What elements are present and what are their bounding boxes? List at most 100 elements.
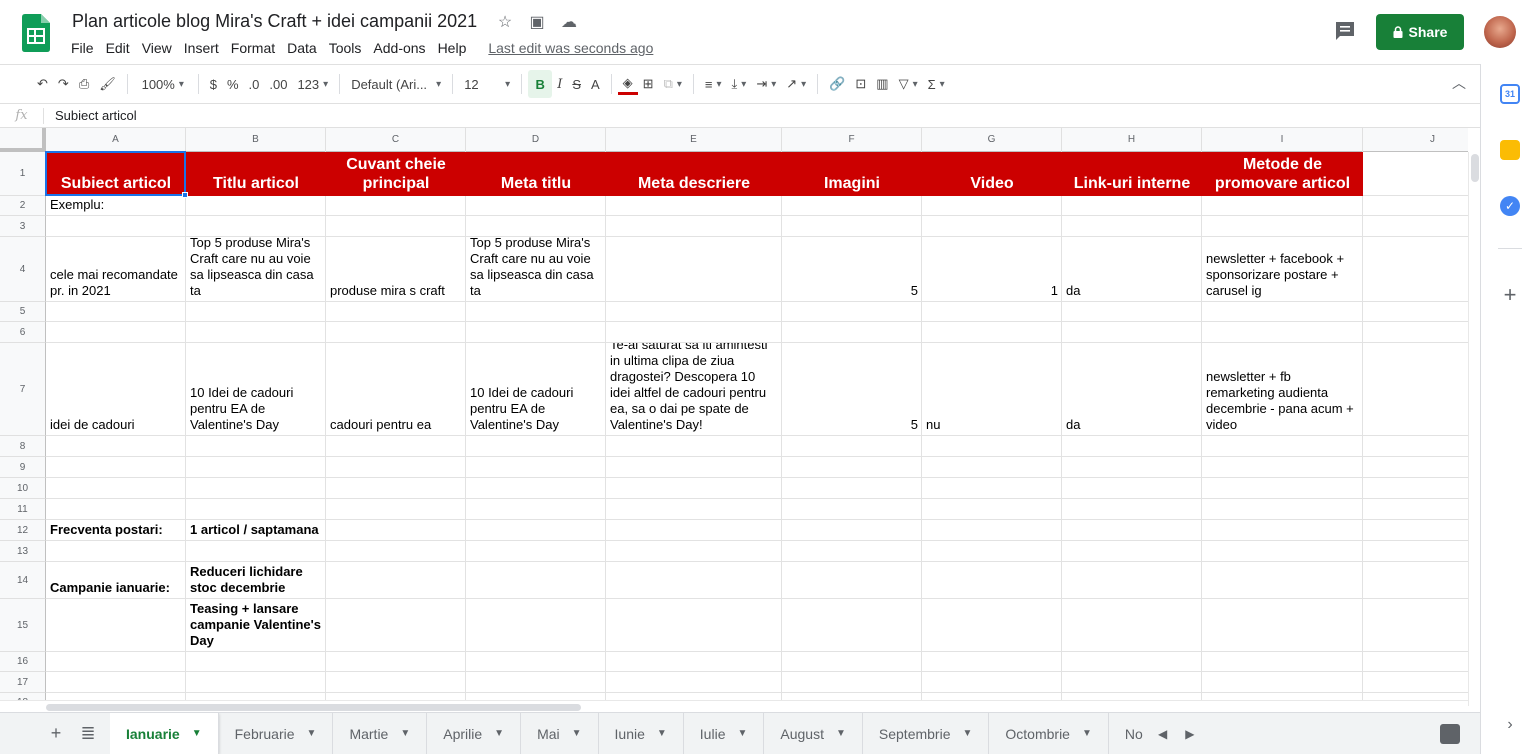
document-title[interactable]: Plan articole blog Mira's Craft + idei c…: [72, 11, 477, 32]
functions-icon[interactable]: Σ: [923, 70, 950, 98]
cell-c14[interactable]: [326, 562, 466, 599]
cell-f5[interactable]: [782, 302, 922, 322]
cell-f11[interactable]: [782, 499, 922, 520]
tab-menu-caret-icon[interactable]: ▼: [400, 728, 410, 739]
select-all-corner[interactable]: [0, 128, 46, 152]
cell-h11[interactable]: [1062, 499, 1202, 520]
sheet-tab-mai[interactable]: Mai ▼: [521, 713, 599, 754]
row-header-6[interactable]: 6: [0, 322, 46, 343]
avatar[interactable]: [1484, 16, 1516, 48]
header-cell[interactable]: Cuvant cheie principal: [326, 152, 466, 196]
tab-menu-caret-icon[interactable]: ▼: [737, 728, 747, 739]
comment-history-icon[interactable]: [1334, 20, 1356, 42]
cell-i12[interactable]: [1202, 520, 1363, 541]
tab-menu-caret-icon[interactable]: ▼: [962, 728, 972, 739]
cell-c8[interactable]: [326, 436, 466, 457]
print-icon[interactable]: ⎙: [74, 70, 94, 98]
star-icon[interactable]: ☆: [494, 12, 516, 32]
column-header-g[interactable]: G: [922, 128, 1062, 152]
cell-h8[interactable]: [1062, 436, 1202, 457]
header-cell[interactable]: Imagini: [782, 152, 922, 196]
tab-menu-caret-icon[interactable]: ▼: [572, 728, 582, 739]
cell-h10[interactable]: [1062, 478, 1202, 499]
menu-file[interactable]: File: [71, 40, 94, 56]
cell-a17[interactable]: [46, 672, 186, 693]
cell-f9[interactable]: [782, 457, 922, 478]
row-header-1[interactable]: 1: [0, 152, 46, 196]
row-header-9[interactable]: 9: [0, 457, 46, 478]
cell-g16[interactable]: [922, 652, 1062, 672]
row-header-16[interactable]: 16: [0, 652, 46, 672]
cell-j1[interactable]: [1363, 152, 1468, 196]
cell-g9[interactable]: [922, 457, 1062, 478]
cell-i13[interactable]: [1202, 541, 1363, 562]
cell-b10[interactable]: [186, 478, 326, 499]
cell-g3[interactable]: [922, 216, 1062, 237]
borders-icon[interactable]: ⊞: [638, 70, 659, 98]
row-header-2[interactable]: 2: [0, 196, 46, 216]
cell-b7[interactable]: 10 Idei de cadouri pentru EA de Valentin…: [186, 343, 326, 436]
vertical-scroll-thumb[interactable]: [1471, 154, 1479, 182]
cell-e17[interactable]: [606, 672, 782, 693]
cell-c6[interactable]: [326, 322, 466, 343]
percent-format-button[interactable]: %: [222, 70, 244, 98]
row-header-5[interactable]: 5: [0, 302, 46, 322]
menu-view[interactable]: View: [142, 40, 172, 56]
column-header-b[interactable]: B: [186, 128, 326, 152]
cell-c9[interactable]: [326, 457, 466, 478]
paint-format-icon[interactable]: 🖌: [94, 70, 121, 98]
header-cell[interactable]: Video: [922, 152, 1062, 196]
cell-h3[interactable]: [1062, 216, 1202, 237]
cell-d16[interactable]: [466, 652, 606, 672]
cell-d9[interactable]: [466, 457, 606, 478]
menu-help[interactable]: Help: [438, 40, 467, 56]
cell-e16[interactable]: [606, 652, 782, 672]
last-edit-link[interactable]: Last edit was seconds ago: [488, 40, 653, 56]
cell-i15[interactable]: [1202, 599, 1363, 652]
header-cell[interactable]: Link-uri interne: [1062, 152, 1202, 196]
row-header-7[interactable]: 7: [0, 343, 46, 436]
cell-b5[interactable]: [186, 302, 326, 322]
cell-i7[interactable]: newsletter + fb remarketing audienta dec…: [1202, 343, 1363, 436]
bold-button[interactable]: B: [528, 70, 553, 98]
cell-e4[interactable]: [606, 237, 782, 302]
cell-h13[interactable]: [1062, 541, 1202, 562]
cell-g17[interactable]: [922, 672, 1062, 693]
cell-a2[interactable]: Exemplu:: [46, 196, 186, 216]
sheets-logo-icon[interactable]: [22, 14, 50, 52]
text-wrapping-icon[interactable]: ⇥: [751, 70, 781, 98]
add-sheet-icon[interactable]: +: [40, 713, 72, 754]
row-header-10[interactable]: 10: [0, 478, 46, 499]
fill-handle[interactable]: [182, 192, 188, 198]
cell-a3[interactable]: [46, 216, 186, 237]
calendar-icon[interactable]: 31: [1500, 84, 1520, 104]
cell-c4[interactable]: produse mira s craft: [326, 237, 466, 302]
vertical-align-icon[interactable]: ⤓: [727, 70, 752, 98]
decrease-decimal-button[interactable]: .0: [244, 70, 265, 98]
cell-g11[interactable]: [922, 499, 1062, 520]
cell-i4[interactable]: newsletter + facebook + sponsorizare pos…: [1202, 237, 1363, 302]
column-header-a[interactable]: A: [46, 128, 186, 152]
cell-d5[interactable]: [466, 302, 606, 322]
cell-e14[interactable]: [606, 562, 782, 599]
menu-insert[interactable]: Insert: [184, 40, 219, 56]
cell-b3[interactable]: [186, 216, 326, 237]
row-header-14[interactable]: 14: [0, 562, 46, 599]
cell-c11[interactable]: [326, 499, 466, 520]
cell-h6[interactable]: [1062, 322, 1202, 343]
cell-f15[interactable]: [782, 599, 922, 652]
insert-chart-icon[interactable]: ▥: [871, 70, 893, 98]
cell-e11[interactable]: [606, 499, 782, 520]
redo-icon[interactable]: ↷: [53, 70, 74, 98]
explore-icon[interactable]: [1440, 724, 1460, 744]
font-select[interactable]: Default (Ari...: [346, 70, 446, 98]
header-cell[interactable]: Meta descriere: [606, 152, 782, 196]
cell-i6[interactable]: [1202, 322, 1363, 343]
cell-e5[interactable]: [606, 302, 782, 322]
cell-h2[interactable]: [1062, 196, 1202, 216]
sheet-tab-martie[interactable]: Martie ▼: [333, 713, 428, 754]
cell-j15[interactable]: [1363, 599, 1468, 652]
cell-i9[interactable]: [1202, 457, 1363, 478]
cell-b9[interactable]: [186, 457, 326, 478]
cell-d15[interactable]: [466, 599, 606, 652]
